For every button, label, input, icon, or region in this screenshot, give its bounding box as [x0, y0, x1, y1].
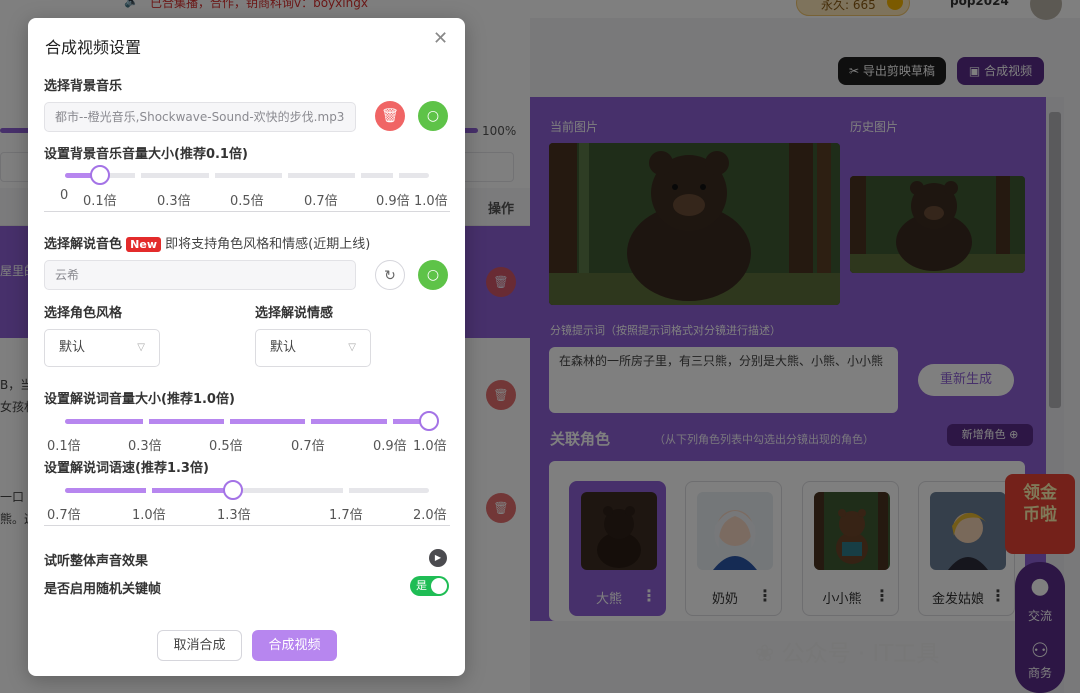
new-badge: New [126, 237, 161, 252]
slider-thumb[interactable] [419, 411, 439, 431]
tick-label: 1.0倍 [414, 194, 448, 209]
slider-stop [224, 418, 230, 425]
voice-label: 选择解说音色 [44, 237, 123, 252]
close-icon[interactable]: ✕ [433, 28, 448, 49]
slider-fill [65, 419, 429, 424]
tick-label: 0.9倍 [376, 194, 410, 209]
dialog-title: 合成视频设置 [45, 38, 142, 57]
refresh-voice-button[interactable]: ↻ [375, 260, 405, 290]
tick-label: 0.7倍 [47, 508, 81, 523]
style-select[interactable]: 默认 ▽ [44, 329, 160, 367]
search-voice-button[interactable]: ○ [418, 260, 448, 290]
slider-track [65, 173, 429, 178]
voice-volume-label: 设置解说词音量大小(推荐1.0倍) [44, 392, 235, 407]
slider-thumb[interactable] [223, 480, 243, 500]
tick-label: 0.7倍 [291, 439, 325, 454]
wechat-icon: ❀ [755, 641, 775, 667]
watermark-text: 公众号 · IT工具 [781, 641, 940, 667]
confirm-compose-button[interactable]: 合成视频 [252, 630, 337, 661]
bgm-volume-slider[interactable] [65, 165, 429, 185]
preview-label: 试听整体声音效果 [44, 554, 149, 569]
cancel-compose-button[interactable]: 取消合成 [157, 630, 242, 661]
emotion-select[interactable]: 默认 ▽ [255, 329, 371, 367]
slider-stop [355, 172, 361, 179]
tick-label: 0.1倍 [47, 439, 81, 454]
bgm-volume-label: 设置背景音乐音量大小(推荐0.1倍) [44, 147, 248, 162]
tick-label: 2.0倍 [413, 508, 447, 523]
keyframe-label: 是否启用随机关键帧 [44, 582, 162, 597]
style-label: 选择角色风格 [44, 306, 123, 321]
slider-stop [393, 172, 399, 179]
slider-stop [343, 487, 349, 494]
tick-label: 1.0倍 [132, 508, 166, 523]
voice-header: 选择解说音色 New 即将支持角色风格和情感(近期上线) [44, 233, 370, 252]
voice-select[interactable]: 云希 [44, 260, 356, 290]
search-bgm-button[interactable]: ○ [418, 101, 448, 131]
tick-label: 0.5倍 [209, 439, 243, 454]
slider-stop [143, 418, 149, 425]
tick-label: 1.7倍 [329, 508, 363, 523]
style-select-value: 默认 [59, 340, 86, 355]
slider-thumb[interactable] [90, 165, 110, 185]
bgm-select[interactable]: 都市--橙光音乐,Shockwave-Sound-欢快的步伐.mp3 [44, 102, 356, 132]
bgm-label: 选择背景音乐 [44, 79, 123, 94]
toggle-knob [431, 578, 447, 594]
slider-stop [209, 172, 215, 179]
tick-label: 0.3倍 [157, 194, 191, 209]
voice-notice: 即将支持角色风格和情感(近期上线) [165, 237, 371, 252]
tick-label: 1.0倍 [413, 439, 447, 454]
voice-volume-slider[interactable] [65, 411, 439, 431]
divider [44, 211, 450, 212]
tick-label: 0.1倍 [83, 194, 117, 209]
toggle-text: 是 [416, 579, 427, 592]
slider-stop [135, 172, 141, 179]
delete-bgm-button[interactable]: 🗑 [375, 101, 405, 131]
slider-stop [146, 487, 152, 494]
tick-label: 0 [60, 188, 69, 203]
tick-label: 0.3倍 [128, 439, 162, 454]
trash-icon: 🗑 [381, 108, 399, 124]
speed-label: 设置解说词语速(推荐1.3倍) [44, 461, 209, 476]
slider-stop [387, 418, 393, 425]
tick-label: 1.3倍 [217, 508, 251, 523]
search-icon: ○ [426, 267, 440, 283]
chevron-down-icon: ▽ [137, 342, 145, 353]
compose-video-settings-dialog: 合成视频设置 ✕ 选择背景音乐 都市--橙光音乐,Shockwave-Sound… [28, 18, 465, 676]
keyframe-toggle[interactable]: 是 [410, 576, 449, 596]
refresh-icon: ↻ [384, 268, 396, 284]
slider-stop [305, 418, 311, 425]
tick-label: 0.5倍 [230, 194, 264, 209]
divider [44, 525, 450, 526]
search-icon: ○ [426, 108, 440, 124]
play-icon[interactable]: ▶ [429, 549, 447, 567]
slider-stop [282, 172, 288, 179]
speed-slider[interactable] [65, 480, 429, 500]
emotion-label: 选择解说情感 [255, 306, 334, 321]
tick-label: 0.7倍 [304, 194, 338, 209]
watermark: ❀ 公众号 · IT工具 [755, 634, 939, 668]
emotion-select-value: 默认 [270, 340, 297, 355]
chevron-down-icon: ▽ [348, 342, 356, 353]
tick-label: 0.9倍 [373, 439, 407, 454]
